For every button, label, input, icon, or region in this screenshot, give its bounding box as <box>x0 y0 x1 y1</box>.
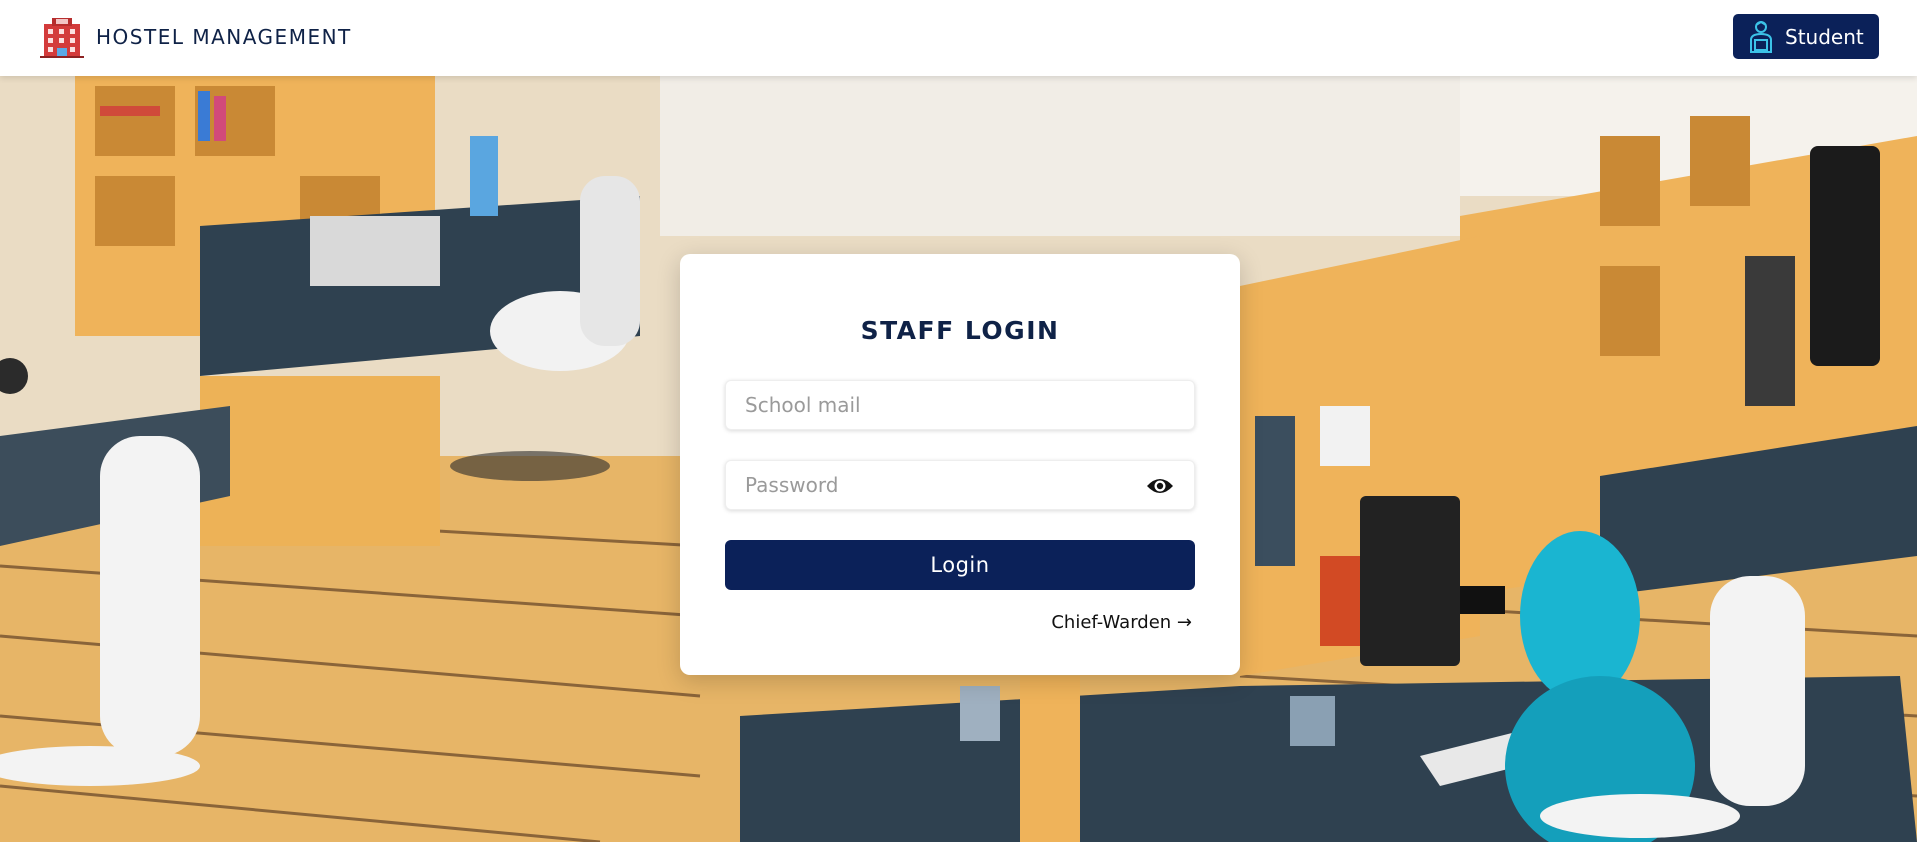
login-button[interactable]: Login <box>725 540 1195 590</box>
brand[interactable]: HOSTEL MANAGEMENT <box>40 16 352 58</box>
school-mail-input[interactable] <box>726 381 1194 429</box>
eye-icon[interactable] <box>1146 475 1174 497</box>
student-reading-icon <box>1750 20 1772 53</box>
hotel-building-icon <box>40 18 84 58</box>
brand-title: HOSTEL MANAGEMENT <box>96 25 352 49</box>
student-button[interactable]: Student <box>1733 14 1879 59</box>
card-title: STAFF LOGIN <box>860 316 1060 345</box>
password-input[interactable] <box>726 461 1194 509</box>
top-navbar: HOSTEL MANAGEMENT Student <box>0 0 1917 76</box>
student-button-label: Student <box>1785 24 1864 49</box>
chief-warden-link[interactable]: Chief-Warden → <box>1051 612 1192 633</box>
password-field[interactable] <box>725 460 1195 510</box>
school-mail-field[interactable] <box>725 380 1195 430</box>
staff-login-card: STAFF LOGIN Login Chief-Warden → <box>680 254 1240 675</box>
